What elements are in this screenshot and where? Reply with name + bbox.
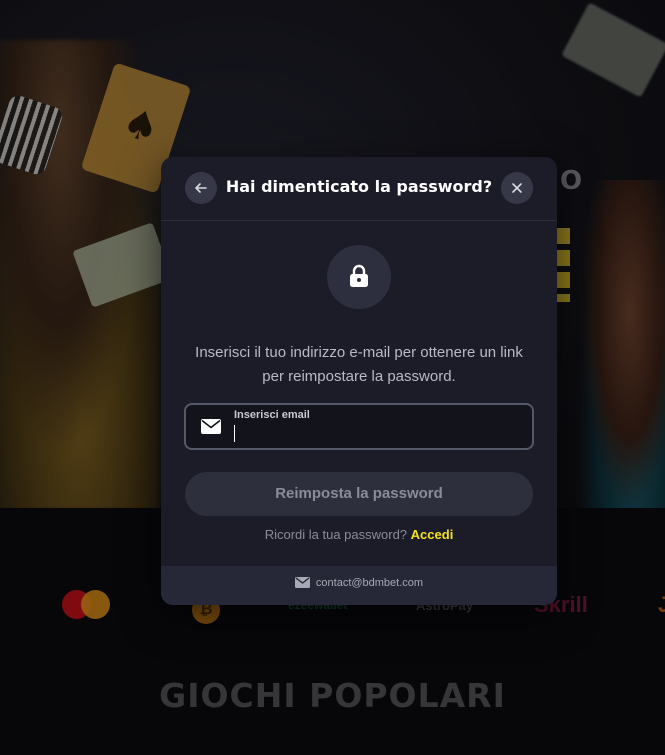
remember-password-row: Ricordi la tua password? Accedi — [161, 527, 557, 542]
modal-footer: contact@bdmbet.com — [161, 566, 557, 605]
login-link[interactable]: Accedi — [411, 527, 454, 542]
reset-password-button[interactable]: Reimposta la password — [185, 472, 533, 516]
mail-icon — [294, 577, 310, 588]
close-button[interactable] — [501, 172, 533, 204]
modal-header: Hai dimenticato la password? — [161, 157, 557, 221]
instructions-text: Inserisci il tuo indirizzo e-mail per ot… — [195, 344, 523, 385]
modal-title: Hai dimenticato la password? — [225, 177, 493, 196]
contact-row: contact@bdmbet.com — [161, 577, 557, 589]
email-input[interactable] — [234, 425, 514, 443]
remember-password-text: Ricordi la tua password? — [264, 527, 408, 542]
arrow-left-icon — [195, 183, 207, 193]
text-cursor — [234, 425, 235, 442]
contact-email-link[interactable]: contact@bdmbet.com — [316, 577, 423, 589]
email-field-label: Inserisci email — [234, 409, 310, 421]
lock-badge — [327, 245, 391, 309]
forgot-password-modal: Hai dimenticato la password? Inserisci i… — [161, 157, 557, 605]
back-button[interactable] — [185, 172, 217, 204]
close-icon — [512, 183, 522, 193]
lock-icon — [350, 264, 368, 287]
email-field[interactable]: Inserisci email — [184, 403, 534, 450]
mail-icon — [201, 419, 221, 434]
